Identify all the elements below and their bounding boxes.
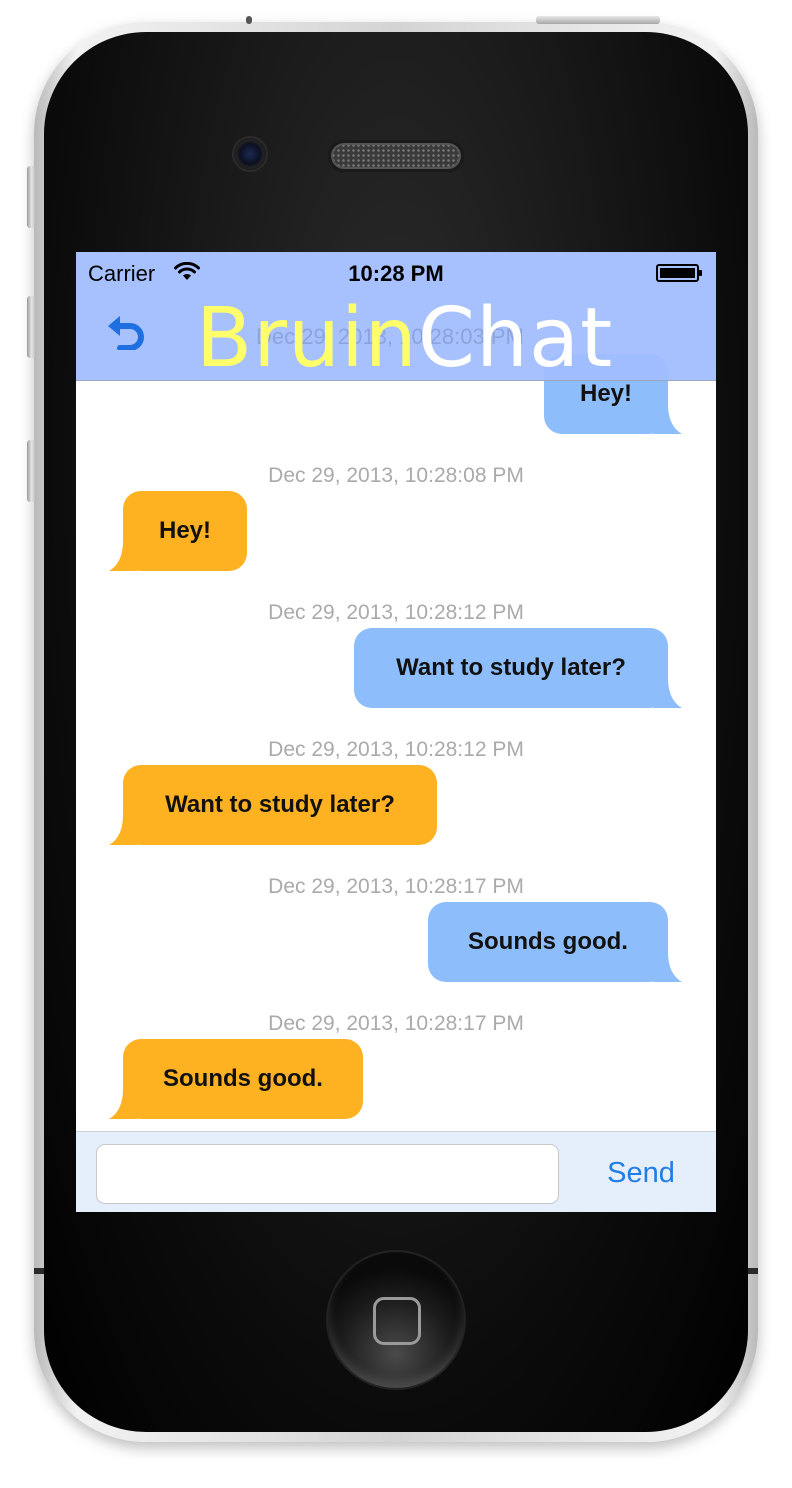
message-timestamp: Dec 29, 2013, 10:28:17 PM [268, 875, 524, 898]
bubble-tail [109, 815, 137, 845]
message-bubble-received[interactable]: Sounds good. [109, 1039, 363, 1119]
navigation-bar: Carrier 10:28 PM Dec 29, 2013, 10:28:03 … [76, 252, 716, 384]
message-text: Sounds good. [163, 1065, 323, 1092]
message-timestamp: Dec 29, 2013, 10:28:17 PM [268, 1012, 524, 1035]
message-text: Sounds good. [468, 928, 628, 955]
front-camera [232, 136, 268, 172]
message-bubble-received[interactable]: Hey! [109, 491, 247, 571]
send-button[interactable]: Send [586, 1146, 696, 1200]
earpiece-speaker [328, 140, 464, 172]
message-bubble-sent[interactable]: Want to study later? [354, 628, 682, 708]
volume-down-button [27, 440, 36, 502]
logo-chat-text: Chat [417, 291, 614, 386]
bubble-tail [109, 1089, 137, 1119]
undo-arrow-icon[interactable] [106, 316, 146, 355]
message-input[interactable] [96, 1144, 559, 1204]
volume-up-button [27, 296, 36, 358]
message-text: Want to study later? [165, 791, 395, 818]
antenna-band-right [748, 1268, 758, 1274]
message-text: Want to study later? [396, 654, 626, 681]
message-bubble-received[interactable]: Want to study later? [109, 765, 437, 845]
home-square-icon [373, 1297, 421, 1345]
message-timestamp: Dec 29, 2013, 10:28:08 PM [268, 464, 524, 487]
bubble-tail [654, 952, 682, 982]
status-clock: 10:28 PM [348, 261, 444, 286]
bruinchat-logo: BruinChat [196, 294, 613, 384]
message-timestamp: Dec 29, 2013, 10:28:12 PM [268, 738, 524, 761]
power-button [536, 16, 660, 24]
antenna-band-left [34, 1268, 44, 1274]
home-button[interactable] [326, 1250, 466, 1390]
screen: Carrier 10:28 PM Dec 29, 2013, 10:28:03 … [76, 252, 716, 1212]
bubble-tail [109, 541, 137, 571]
message-text: Hey! [158, 517, 212, 544]
message-input-bar: Send [76, 1131, 716, 1212]
message-timestamp: Dec 29, 2013, 10:28:12 PM [268, 601, 524, 624]
message-bubble-sent[interactable]: Sounds good. [428, 902, 682, 982]
mute-switch [27, 166, 36, 228]
top-antenna-notch [246, 16, 252, 24]
logo-bruin-text: Bruin [196, 291, 418, 386]
bubble-tail [654, 678, 682, 708]
bubble-tail [654, 404, 682, 434]
status-bar: Carrier 10:28 PM [76, 252, 716, 292]
battery-icon [656, 264, 702, 282]
